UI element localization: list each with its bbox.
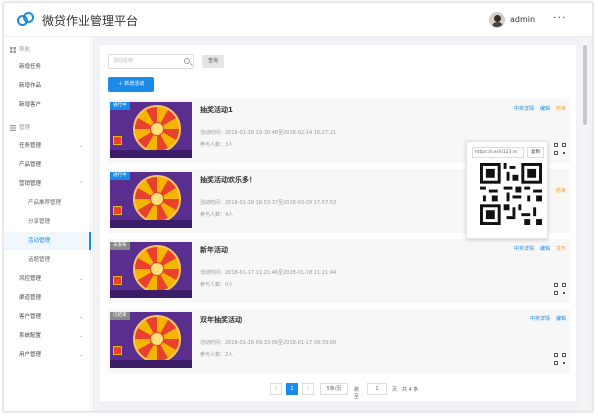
chevron-down-icon: ⌄ bbox=[78, 314, 83, 320]
share-url-field[interactable]: https://ceshi123.m bbox=[472, 147, 524, 158]
sidebar: 导航 新增任务 新增作品 新增客户 管理 任务管理 ⌄ 产品管理 营销管理 ⌃ 产品… bbox=[4, 37, 91, 411]
wheel-thumbnail: 未发布 bbox=[110, 242, 192, 298]
activity-card: 未发布 新年活动 活动时间：2018-01-17 11:21:46至2018-0… bbox=[108, 239, 570, 303]
sidebar-group-nav: 导航 bbox=[10, 45, 30, 53]
activity-title: 新年活动 bbox=[200, 246, 228, 254]
sidebar-group-manage: 管理 bbox=[10, 123, 30, 131]
search-icon bbox=[184, 58, 190, 64]
sidebar-item-customer-mgmt[interactable]: 客户管理 ⌄ bbox=[4, 308, 91, 326]
wheel-thumbnail: 进行中 bbox=[110, 172, 192, 228]
qr-code-icon[interactable] bbox=[554, 353, 566, 365]
copy-button[interactable]: 复制 bbox=[527, 147, 544, 158]
app-window: 微贷作业管理平台 admin ··· 导航 新增任务 新增作品 新增客户 管理 … bbox=[3, 2, 593, 412]
activity-time: 活动时间：2018-01-18 16:53:37至2018-03-29 17:5… bbox=[200, 200, 337, 206]
participant-count: 参与人数：3人 bbox=[200, 142, 234, 148]
goto-page-input[interactable]: 1 bbox=[367, 383, 387, 395]
activity-title: 抽奖活动欢乐多！ bbox=[200, 176, 256, 184]
status-badge: 进行中 bbox=[110, 172, 130, 180]
sidebar-item-new-work[interactable]: 新增作品 bbox=[4, 77, 91, 95]
vertical-scrollbar[interactable] bbox=[582, 39, 588, 409]
sidebar-item-share-mgmt[interactable]: 分享管理 bbox=[4, 213, 91, 231]
end-link[interactable]: 结束 bbox=[556, 188, 566, 194]
sidebar-item-user-mgmt[interactable]: 用户管理 ⌄ bbox=[4, 346, 91, 364]
more-menu-icon[interactable]: ··· bbox=[553, 11, 567, 24]
chevron-down-icon: ⌄ bbox=[78, 143, 83, 149]
sidebar-item-system-config[interactable]: 系统配置 ⌄ bbox=[4, 327, 91, 345]
edit-link[interactable]: 编辑 bbox=[540, 246, 550, 252]
status-badge: 已结束 bbox=[110, 312, 130, 320]
status-badge: 进行中 bbox=[110, 102, 130, 110]
sidebar-item-product-mgmt[interactable]: 产品管理 bbox=[4, 156, 91, 174]
status-badge: 未发布 bbox=[110, 242, 130, 250]
search-input[interactable]: 活动名称 bbox=[108, 54, 194, 69]
sidebar-item-task-mgmt[interactable]: 任务管理 ⌄ bbox=[4, 137, 91, 155]
participant-count: 参与人数：2人 bbox=[200, 352, 234, 358]
page-size-select[interactable]: 5条/页 bbox=[320, 383, 348, 395]
sidebar-item-topic-mgmt[interactable]: 话题管理 bbox=[4, 251, 91, 269]
sidebar-item-channel-mgmt[interactable]: 渠道管理 bbox=[4, 289, 91, 307]
activity-time: 活动时间：2018-01-16 09:33:06至2018-01-17 09:3… bbox=[200, 340, 337, 346]
total-count: 共 4 条 bbox=[402, 387, 419, 393]
participant-count: 参与人数：4人 bbox=[200, 212, 234, 218]
sidebar-item-activity-mgmt[interactable]: 活动管理 bbox=[4, 232, 91, 250]
prize-detail-link[interactable]: 中奖详情 bbox=[530, 316, 550, 322]
activity-title: 双年抽奖活动 bbox=[200, 316, 242, 324]
chevron-down-icon: ⌄ bbox=[78, 352, 83, 358]
sidebar-item-product-recommend[interactable]: 产品推荐管理 bbox=[4, 194, 91, 212]
grid-icon bbox=[10, 46, 16, 53]
edit-link[interactable]: 编辑 bbox=[540, 106, 550, 112]
chevron-up-icon: ⌃ bbox=[78, 181, 83, 187]
sidebar-item-new-task[interactable]: 新增任务 bbox=[4, 58, 91, 76]
participant-count: 参与人数：0人 bbox=[200, 282, 234, 288]
app-title: 微贷作业管理平台 bbox=[42, 14, 139, 28]
chevron-down-icon: ⌄ bbox=[78, 333, 83, 339]
sidebar-item-risk-mgmt[interactable]: 风控管理 ⌄ bbox=[4, 270, 91, 288]
activity-panel: 活动名称 查询 ＋ 新增活动 进行中 抽奖活动1 活动时间：2018-01-18… bbox=[100, 45, 576, 401]
main-content: 活动名称 查询 ＋ 新增活动 进行中 抽奖活动1 活动时间：2018-01-18… bbox=[92, 37, 592, 411]
sidebar-item-new-customer[interactable]: 新增客户 bbox=[4, 96, 91, 114]
avatar[interactable] bbox=[489, 12, 505, 28]
goto-label: 跳至 bbox=[354, 387, 360, 400]
prize-detail-link[interactable]: 中奖详情 bbox=[514, 106, 534, 112]
edit-link[interactable]: 编辑 bbox=[556, 316, 566, 322]
activity-card: 已结束 双年抽奖活动 活动时间：2018-01-16 09:33:06至2018… bbox=[108, 309, 570, 373]
next-page-button[interactable]: › bbox=[302, 383, 314, 395]
cloud-logo-icon bbox=[17, 12, 35, 28]
page-1-button[interactable]: 1 bbox=[286, 383, 298, 395]
page-unit-label: 页 bbox=[392, 387, 398, 393]
list-icon bbox=[10, 124, 16, 131]
qr-code-icon bbox=[480, 163, 542, 225]
publish-link[interactable]: 发布 bbox=[556, 246, 566, 252]
sidebar-item-marketing-mgmt[interactable]: 营销管理 ⌃ bbox=[4, 175, 91, 193]
top-header: 微贷作业管理平台 admin ··· bbox=[4, 3, 592, 37]
end-link[interactable]: 结束 bbox=[556, 106, 566, 112]
username[interactable]: admin bbox=[510, 15, 535, 24]
activity-title: 抽奖活动1 bbox=[200, 106, 233, 114]
wheel-thumbnail: 已结束 bbox=[110, 312, 192, 368]
add-activity-button[interactable]: ＋ 新增活动 bbox=[108, 77, 154, 92]
qr-code-icon[interactable] bbox=[554, 283, 566, 295]
qr-code-icon[interactable] bbox=[554, 143, 566, 155]
wheel-thumbnail: 进行中 bbox=[110, 102, 192, 158]
activity-time: 活动时间：2018-01-17 11:21:46至2018-01-18 11:2… bbox=[200, 270, 337, 276]
prize-detail-link[interactable]: 中奖详情 bbox=[514, 246, 534, 252]
chevron-down-icon: ⌄ bbox=[78, 276, 83, 282]
query-button[interactable]: 查询 bbox=[202, 55, 224, 68]
activity-time: 活动时间：2018-01-18 19:30:48至2018-02-14 16:2… bbox=[200, 130, 337, 136]
prev-page-button[interactable]: ‹ bbox=[270, 383, 282, 395]
qr-popover: https://ceshi123.m 复制 bbox=[466, 141, 548, 239]
